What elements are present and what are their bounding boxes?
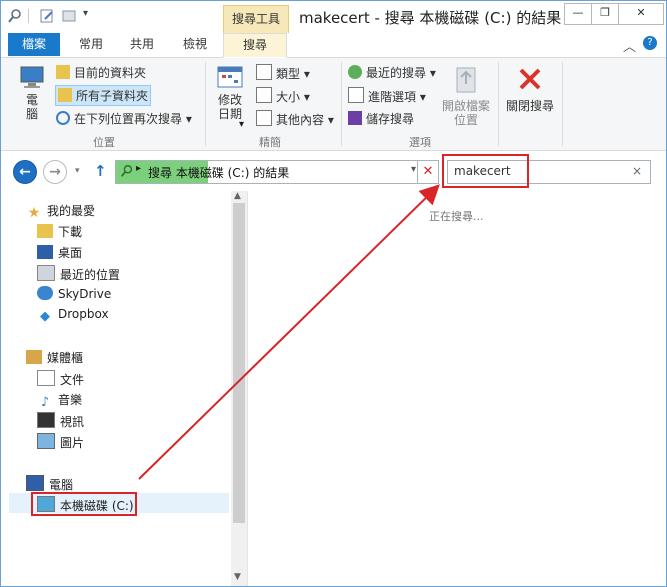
annotation-arrow [138, 184, 440, 480]
explorer-window: ▾ 搜尋工具 makecert - 搜尋 本機磁碟 (C:) 的結果 — ❐ ✕… [0, 0, 667, 587]
